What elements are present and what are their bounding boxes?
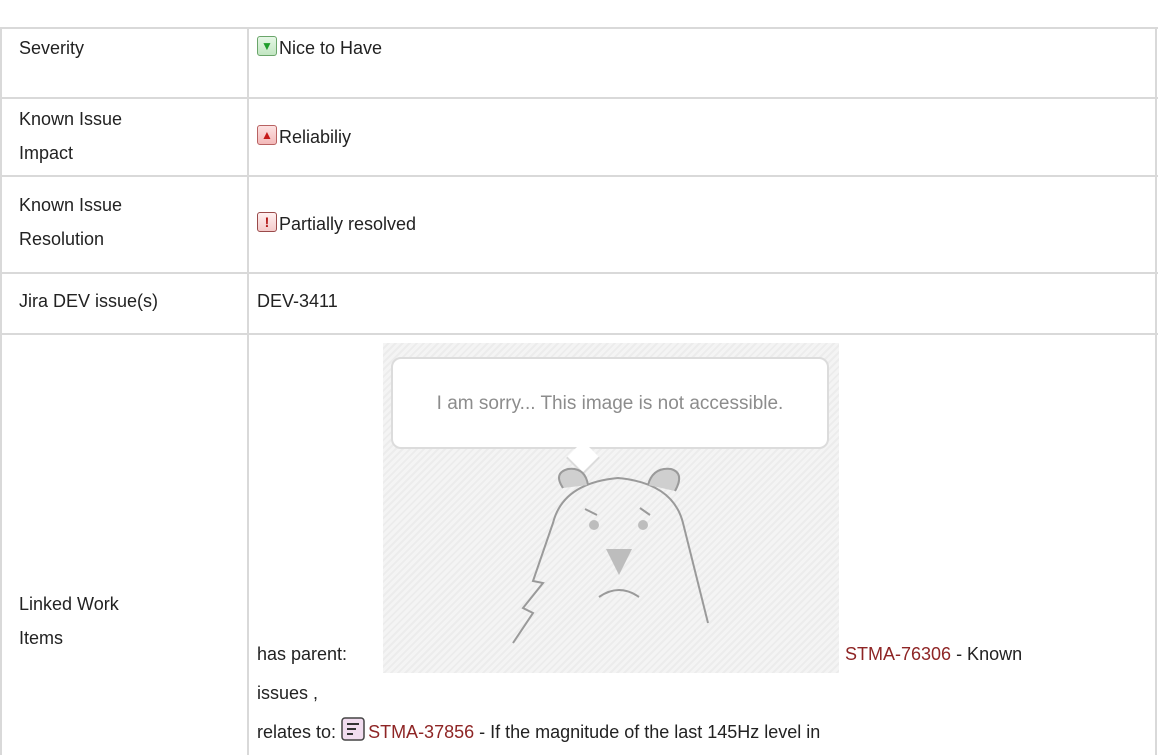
known-issue-resolution-value: ! Partially resolved bbox=[257, 207, 416, 241]
known-issue-resolution-label: Known Issue Resolution bbox=[19, 188, 122, 256]
has-parent-label: has parent: bbox=[257, 644, 348, 664]
table-left-border bbox=[0, 27, 2, 755]
row-divider bbox=[0, 333, 1158, 335]
jira-dev-issues-value: DEV-3411 bbox=[257, 291, 338, 311]
impact-text: Reliabiliy bbox=[279, 127, 352, 147]
story-icon bbox=[341, 717, 365, 741]
relates-issue-link[interactable]: STMA-37856 bbox=[368, 722, 474, 742]
parent-summary-continued: issues , bbox=[257, 683, 319, 703]
sad-bear-icon bbox=[512, 467, 709, 644]
label-line: Items bbox=[19, 628, 64, 648]
row-divider bbox=[0, 27, 1158, 29]
relates-summary: - If the magnitude of the last 145Hz lev… bbox=[474, 722, 821, 742]
resolution-text: Partially resolved bbox=[279, 214, 417, 234]
inaccessible-image-placeholder: I am sorry... This image is not accessib… bbox=[383, 343, 839, 673]
severity-value: ▼ Nice to Have bbox=[257, 31, 382, 65]
table-right-border bbox=[1155, 27, 1157, 755]
relates-to-label: relates to: bbox=[257, 722, 337, 742]
parent-summary: - Known bbox=[951, 644, 1023, 664]
speech-bubble: I am sorry... This image is not accessib… bbox=[391, 357, 829, 449]
parent-link-tail: STMA-76306 - Known bbox=[845, 637, 1022, 671]
label-line: Known Issue bbox=[19, 195, 123, 215]
exclamation-icon: ! bbox=[257, 212, 277, 232]
severity-label: Severity bbox=[19, 38, 85, 58]
row-divider bbox=[0, 272, 1158, 274]
label-line: Linked Work bbox=[19, 594, 119, 614]
parent-link-row: has parent: bbox=[257, 637, 347, 671]
row-divider bbox=[0, 97, 1158, 99]
label-line: Resolution bbox=[19, 229, 105, 249]
label-line: Impact bbox=[19, 143, 74, 163]
jira-dev-issues-label: Jira DEV issue(s) bbox=[19, 291, 159, 311]
linked-work-items-label: Linked Work Items bbox=[19, 587, 119, 655]
column-divider bbox=[247, 27, 249, 755]
issue-details-table: Severity ▼ Nice to Have Known Issue Impac… bbox=[0, 0, 1158, 755]
label-line: Known Issue bbox=[19, 109, 123, 129]
known-issue-impact-value: ▲ Reliabiliy bbox=[257, 120, 351, 154]
parent-issue-link[interactable]: STMA-76306 bbox=[845, 644, 951, 664]
green-down-arrow-icon: ▼ bbox=[257, 36, 277, 56]
relates-to-row: relates to: STMA-37856 - If the magnitud… bbox=[257, 715, 820, 749]
severity-text: Nice to Have bbox=[279, 38, 383, 58]
red-up-arrow-icon: ▲ bbox=[257, 125, 277, 145]
known-issue-impact-label: Known Issue Impact bbox=[19, 102, 122, 170]
row-divider bbox=[0, 175, 1158, 177]
placeholder-message: I am sorry... This image is not accessib… bbox=[436, 393, 784, 414]
